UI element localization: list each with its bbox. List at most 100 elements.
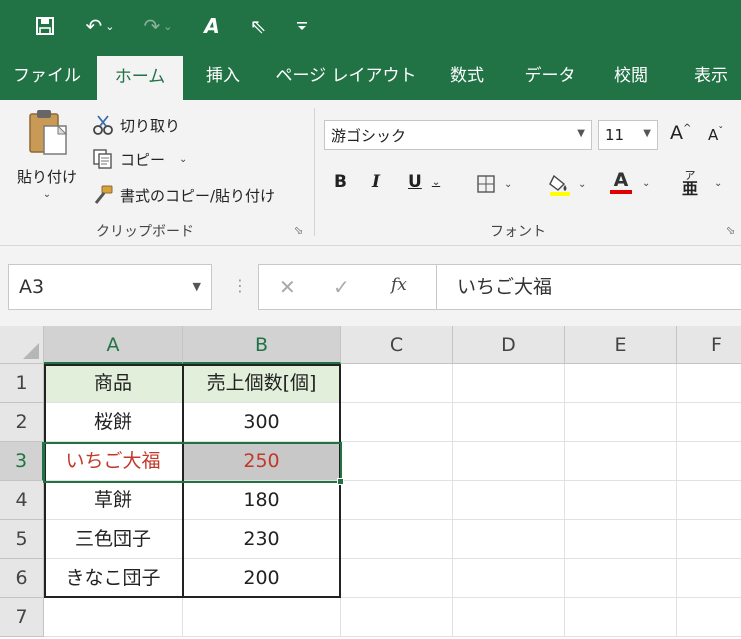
cell-b3[interactable]: 250 (183, 442, 341, 481)
font-a-icon[interactable]: A (200, 12, 224, 40)
cell-e3[interactable] (565, 442, 677, 481)
cell-b5[interactable]: 230 (183, 520, 341, 559)
tab-formulas[interactable]: 数式 (438, 52, 496, 100)
cell-e5[interactable] (565, 520, 677, 559)
cancel-icon[interactable]: ✕ (279, 275, 296, 299)
cut-button[interactable]: 切り取り (92, 112, 180, 138)
fill-handle[interactable] (337, 478, 344, 485)
fill-color-button[interactable]: ⌄ (548, 172, 586, 196)
insert-function-icon[interactable]: fx (391, 275, 407, 295)
tab-home[interactable]: ホーム (97, 56, 183, 100)
paste-button[interactable]: 貼り付け ⌄ (8, 108, 86, 208)
chevron-down-icon[interactable]: ⌄ (642, 178, 650, 189)
cell-e7[interactable] (565, 598, 677, 637)
shrink-font-button[interactable]: Aˇ (708, 126, 723, 145)
tab-view[interactable]: 表示 (676, 52, 741, 100)
cell-d1[interactable] (453, 364, 565, 403)
cell-e6[interactable] (565, 559, 677, 598)
cell-f3[interactable] (677, 442, 741, 481)
cell-c5[interactable] (341, 520, 453, 559)
grow-font-button[interactable]: A ^ (670, 122, 691, 144)
bold-button[interactable]: B (334, 172, 347, 192)
cell-f4[interactable] (677, 481, 741, 520)
cell-f7[interactable] (677, 598, 741, 637)
cell-e2[interactable] (565, 403, 677, 442)
chevron-down-icon[interactable]: ⌄ (714, 178, 722, 189)
cell-f2[interactable] (677, 403, 741, 442)
underline-button[interactable]: U ⌄ (408, 172, 440, 192)
save-icon[interactable] (30, 12, 60, 40)
dialog-launcher-icon[interactable]: ⬂ (726, 224, 735, 237)
cell-d2[interactable] (453, 403, 565, 442)
column-header-e[interactable]: E (565, 326, 677, 364)
phonetic-guide-button[interactable]: ア 亜 (682, 170, 698, 197)
font-color-button[interactable]: A (610, 170, 632, 194)
cell-c1[interactable] (341, 364, 453, 403)
cell-a2[interactable]: 桜餅 (44, 403, 183, 442)
column-header-b[interactable]: B (183, 326, 341, 364)
chevron-down-icon[interactable]: ▼ (193, 265, 201, 309)
worksheet-grid[interactable]: A B C D E F 1 2 3 4 5 6 7 商品 売上個数[個] 桜餅 … (0, 326, 741, 639)
column-header-d[interactable]: D (453, 326, 565, 364)
cell-f6[interactable] (677, 559, 741, 598)
tab-review[interactable]: 校閲 (602, 52, 660, 100)
column-header-f[interactable]: F (677, 326, 741, 364)
cell-d5[interactable] (453, 520, 565, 559)
splitter-handle[interactable]: ⋮ (232, 276, 248, 295)
tab-insert[interactable]: 挿入 (194, 52, 252, 100)
row-header-1[interactable]: 1 (0, 364, 44, 403)
pointer-icon[interactable]: ⇖ (246, 12, 270, 40)
row-header-6[interactable]: 6 (0, 559, 44, 598)
italic-button[interactable]: I (372, 172, 380, 192)
cell-d6[interactable] (453, 559, 565, 598)
cell-e4[interactable] (565, 481, 677, 520)
select-all-corner[interactable] (0, 326, 44, 364)
cell-d7[interactable] (453, 598, 565, 637)
cell-d4[interactable] (453, 481, 565, 520)
cell-b7[interactable] (183, 598, 341, 637)
cut-label: 切り取り (120, 116, 181, 135)
name-box[interactable]: A3 ▼ (8, 264, 212, 310)
cell-c2[interactable] (341, 403, 453, 442)
chevron-down-icon: ⌄ (163, 19, 173, 33)
customize-toolbar-icon[interactable] (292, 12, 312, 40)
cell-c3[interactable] (341, 442, 453, 481)
cell-c6[interactable] (341, 559, 453, 598)
cell-a5[interactable]: 三色団子 (44, 520, 183, 559)
cell-b4[interactable]: 180 (183, 481, 341, 520)
row-header-3[interactable]: 3 (0, 442, 44, 481)
font-size-select[interactable]: 11 ▼ (598, 120, 658, 150)
cell-f1[interactable] (677, 364, 741, 403)
column-header-a[interactable]: A (44, 326, 183, 364)
tab-page-layout[interactable]: ページ レイアウト (268, 52, 424, 100)
tab-data[interactable]: データ (514, 52, 586, 100)
cell-b2[interactable]: 300 (183, 403, 341, 442)
cell-a3[interactable]: いちご大福 (44, 442, 183, 481)
dialog-launcher-icon[interactable]: ⬂ (294, 224, 303, 237)
row-header-5[interactable]: 5 (0, 520, 44, 559)
cell-d3[interactable] (453, 442, 565, 481)
cell-b1[interactable]: 売上個数[個] (183, 364, 341, 403)
cell-e1[interactable] (565, 364, 677, 403)
tab-file[interactable]: ファイル (8, 52, 86, 100)
enter-icon[interactable]: ✓ (333, 275, 350, 299)
cell-a1[interactable]: 商品 (44, 364, 183, 403)
format-painter-button[interactable]: 書式のコピー/貼り付け (92, 182, 275, 208)
column-header-c[interactable]: C (341, 326, 453, 364)
formula-input[interactable]: いちご大福 (436, 264, 741, 310)
cell-a4[interactable]: 草餅 (44, 481, 183, 520)
copy-button[interactable]: コピー ⌄ (92, 146, 187, 172)
row-header-4[interactable]: 4 (0, 481, 44, 520)
cell-a7[interactable] (44, 598, 183, 637)
redo-button[interactable]: ↷ ⌄ (136, 12, 180, 40)
cell-c4[interactable] (341, 481, 453, 520)
font-name-select[interactable]: 游ゴシック ▼ (324, 120, 592, 150)
borders-button[interactable]: ⌄ (476, 174, 512, 194)
row-header-7[interactable]: 7 (0, 598, 44, 637)
cell-a6[interactable]: きなこ団子 (44, 559, 183, 598)
undo-button[interactable]: ↶ ⌄ (78, 12, 122, 40)
cell-c7[interactable] (341, 598, 453, 637)
cell-f5[interactable] (677, 520, 741, 559)
cell-b6[interactable]: 200 (183, 559, 341, 598)
row-header-2[interactable]: 2 (0, 403, 44, 442)
